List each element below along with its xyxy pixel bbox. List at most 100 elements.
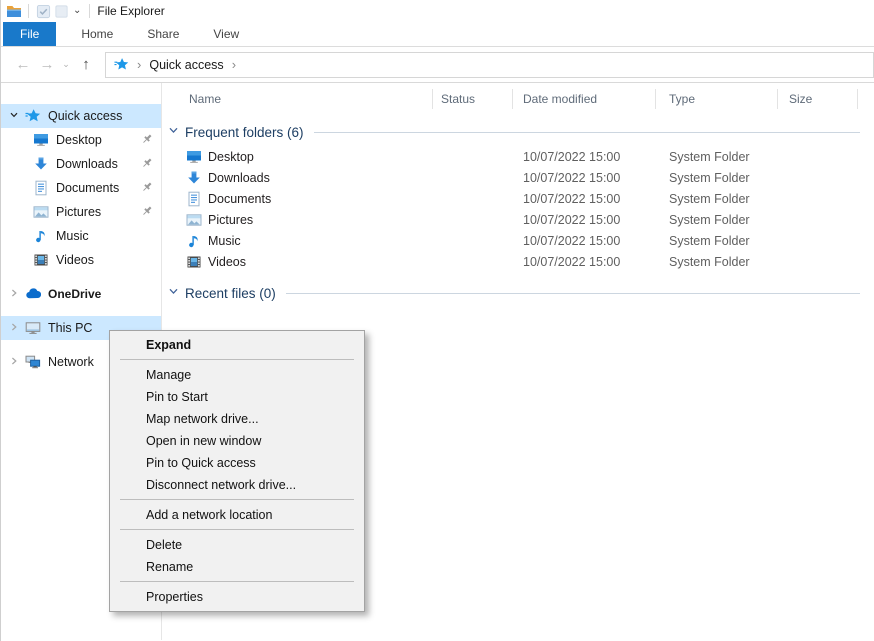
navigation-bar: ← → ⌄ ↑ › Quick access › [1,47,874,83]
titlebar-divider [89,4,90,18]
sidebar-spacer [1,272,161,282]
file-type-cell: System Folder [656,213,778,227]
sidebar-item-label: Videos [56,253,94,267]
this-pc-context-menu: Expand Manage Pin to Start Map network d… [109,330,365,612]
menu-item-delete[interactable]: Delete [110,534,364,556]
menu-item-open-in-new-window[interactable]: Open in new window [110,430,364,452]
menu-item-pin-to-quick-access[interactable]: Pin to Quick access [110,452,364,474]
sidebar-item-label: Pictures [56,205,101,219]
file-name-cell: Downloads [162,170,433,186]
window-title: File Explorer [97,4,164,18]
file-row-desktop[interactable]: Desktop 10/07/2022 15:00 System Folder [162,146,874,167]
group-header-frequent-folders[interactable]: Frequent folders (6) [168,122,874,142]
documents-icon [186,191,202,207]
file-name-cell: Pictures [162,212,433,228]
file-type-cell: System Folder [656,171,778,185]
tab-home[interactable]: Home [64,22,130,46]
file-row-music[interactable]: Music 10/07/2022 15:00 System Folder [162,230,874,251]
network-icon [25,354,42,370]
menu-item-manage[interactable]: Manage [110,364,364,386]
sidebar-item-music[interactable]: Music [1,224,161,248]
sidebar-spacer [1,306,161,316]
breadcrumb-chevron-icon[interactable]: › [232,57,236,72]
menu-item-rename[interactable]: Rename [110,556,364,578]
menu-item-add-network-location[interactable]: Add a network location [110,504,364,526]
file-name-cell: Music [162,233,433,249]
up-icon[interactable]: ↑ [73,56,99,73]
file-date-cell: 10/07/2022 15:00 [513,171,656,185]
quick-access-star-icon [114,56,129,74]
sidebar-item-onedrive[interactable]: OneDrive [1,282,161,306]
qat-properties-icon[interactable] [34,3,52,19]
app-folder-icon [5,3,23,19]
menu-item-map-network-drive[interactable]: Map network drive... [110,408,364,430]
desktop-icon [33,132,50,148]
file-date-cell: 10/07/2022 15:00 [513,213,656,227]
file-name-cell: Videos [162,254,433,270]
column-header-size[interactable]: Size [778,89,858,109]
file-date-cell: 10/07/2022 15:00 [513,234,656,248]
music-icon [33,228,50,244]
music-icon [186,233,202,249]
file-row-downloads[interactable]: Downloads 10/07/2022 15:00 System Folder [162,167,874,188]
file-name: Pictures [208,213,253,227]
desktop-icon [186,149,202,165]
file-date-cell: 10/07/2022 15:00 [513,150,656,164]
group-rule [286,293,860,294]
chevron-down-icon[interactable] [168,284,180,302]
downloads-icon [186,170,202,186]
menu-item-expand[interactable]: Expand [110,334,364,356]
file-name: Documents [208,192,271,206]
tab-file[interactable]: File [3,22,56,46]
file-row-documents[interactable]: Documents 10/07/2022 15:00 System Folder [162,188,874,209]
sidebar-item-pictures[interactable]: Pictures [1,200,161,224]
breadcrumb-location[interactable]: Quick access [149,58,223,72]
menu-separator [120,359,354,360]
forward-icon[interactable]: → [35,56,59,73]
group-header-recent-files[interactable]: Recent files (0) [168,283,874,303]
titlebar-divider [28,4,29,18]
pictures-icon [33,204,50,220]
menu-item-properties[interactable]: Properties [110,586,364,608]
title-bar: ⌄ File Explorer [1,0,874,22]
tab-share[interactable]: Share [130,22,196,46]
videos-icon [186,254,202,270]
chevron-right-icon[interactable] [9,355,21,369]
qat-new-folder-icon[interactable] [52,3,70,19]
pin-icon [141,205,153,217]
ribbon-tab-bar: File Home Share View [1,22,874,47]
file-explorer-window: ⌄ File Explorer File Home Share View ← →… [0,0,874,641]
file-row-pictures[interactable]: Pictures 10/07/2022 15:00 System Folder [162,209,874,230]
file-date-cell: 10/07/2022 15:00 [513,192,656,206]
column-header-status[interactable]: Status [433,89,513,109]
sidebar-item-downloads[interactable]: Downloads [1,152,161,176]
column-header-type[interactable]: Type [656,89,778,109]
column-header-date-modified[interactable]: Date modified [513,89,656,109]
menu-item-pin-to-start[interactable]: Pin to Start [110,386,364,408]
breadcrumb-chevron-icon[interactable]: › [137,57,141,72]
address-bar[interactable]: › Quick access › [105,52,874,78]
file-type-cell: System Folder [656,234,778,248]
group-title: Recent files (0) [185,286,276,301]
qat-customize-dropdown-icon[interactable]: ⌄ [70,6,84,16]
group-rule [314,132,860,133]
sidebar-item-videos[interactable]: Videos [1,248,161,272]
file-name: Videos [208,255,246,269]
back-icon[interactable]: ← [11,56,35,73]
column-headers: Name Status Date modified Type Size [162,83,874,115]
menu-item-disconnect-network-drive[interactable]: Disconnect network drive... [110,474,364,496]
column-header-name[interactable]: Name [162,89,433,109]
tab-view[interactable]: View [196,22,256,46]
chevron-down-icon[interactable] [9,109,21,123]
file-type-cell: System Folder [656,192,778,206]
sidebar-item-label: Quick access [48,109,122,123]
sidebar-item-quick-access[interactable]: Quick access [1,104,161,128]
sidebar-item-documents[interactable]: Documents [1,176,161,200]
recent-locations-dropdown-icon[interactable]: ⌄ [59,59,73,70]
chevron-down-icon[interactable] [168,123,180,141]
sidebar-item-desktop[interactable]: Desktop [1,128,161,152]
chevron-right-icon[interactable] [9,321,21,335]
sidebar-item-label: OneDrive [48,287,101,301]
file-row-videos[interactable]: Videos 10/07/2022 15:00 System Folder [162,251,874,272]
chevron-right-icon[interactable] [9,287,21,301]
